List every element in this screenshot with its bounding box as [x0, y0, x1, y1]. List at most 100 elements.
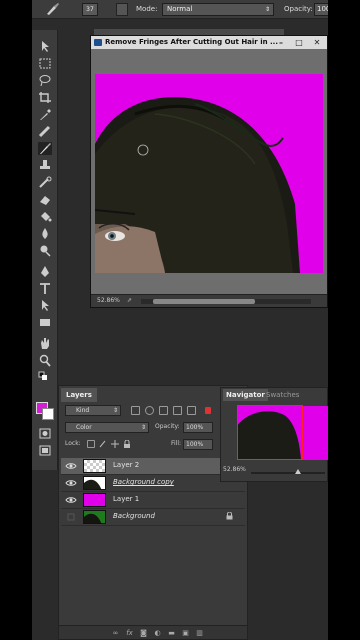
brush-panel-toggle-icon[interactable]: [116, 3, 128, 16]
paint-bucket-tool-icon[interactable]: [38, 210, 52, 223]
lasso-tool-icon[interactable]: [38, 74, 52, 87]
layer-row-layer-1[interactable]: Layer 1: [61, 492, 245, 509]
layer-name[interactable]: Layer 1: [113, 495, 139, 503]
blend-mode-select[interactable]: Color ⇕: [65, 422, 149, 433]
history-brush-tool-icon[interactable]: [38, 176, 52, 189]
filter-shape-icon[interactable]: [173, 406, 182, 415]
layer-name[interactable]: Layer 2: [113, 461, 139, 469]
layer-name[interactable]: Background: [113, 512, 155, 520]
lock-all-icon[interactable]: [123, 439, 131, 448]
rectangle-tool-icon[interactable]: [38, 316, 52, 329]
filter-type-icon[interactable]: [159, 406, 168, 415]
opacity-input[interactable]: 100%: [314, 3, 328, 16]
swatches-tab[interactable]: Swatches: [263, 389, 302, 401]
tools-panel: [32, 30, 58, 470]
fill-label: Fill:: [171, 440, 182, 447]
path-selection-tool-icon[interactable]: [38, 299, 52, 312]
lock-position-icon[interactable]: [111, 440, 119, 448]
visibility-eye-icon[interactable]: [65, 461, 77, 471]
layer-style-icon[interactable]: fx: [125, 629, 134, 637]
status-share-icon[interactable]: ⇗: [127, 297, 132, 304]
new-layer-icon[interactable]: ▣: [181, 629, 190, 637]
chevron-down-icon: ⇕: [264, 6, 270, 13]
quick-mask-icon[interactable]: [38, 427, 52, 440]
layers-panel-footer: ∞ fx ◙ ◐ ▬ ▣ ▥: [59, 625, 247, 639]
filter-toggle-icon[interactable]: [205, 407, 211, 414]
lock-pixels-icon[interactable]: [99, 440, 107, 448]
visibility-eye-icon[interactable]: [65, 495, 77, 505]
navigator-zoom-slider[interactable]: [251, 469, 325, 474]
adjustment-layer-icon[interactable]: ◐: [153, 629, 162, 637]
crop-tool-icon[interactable]: [38, 91, 52, 104]
lock-fill-row: Lock: Fill: 100%: [61, 437, 245, 452]
document-status-bar: 52.86% ⇗: [91, 294, 327, 307]
delete-layer-icon[interactable]: ▥: [195, 629, 204, 637]
fill-input[interactable]: 100%: [183, 439, 213, 450]
brush-tool-active-icon[interactable]: [38, 142, 52, 155]
options-bar: 37 Mode: Normal ⇕ Opacity: 100%: [32, 0, 328, 19]
horizontal-scrollbar[interactable]: [141, 299, 311, 304]
layer-opacity-label: Opacity:: [155, 423, 180, 430]
dodge-tool-icon[interactable]: [38, 244, 52, 257]
clone-stamp-tool-icon[interactable]: [38, 159, 52, 172]
video-letterbox-right: [328, 0, 360, 640]
filter-adjustment-icon[interactable]: [145, 406, 154, 415]
layer-opacity-input[interactable]: 100%: [183, 422, 213, 433]
mode-value: Normal: [167, 5, 193, 13]
type-tool-icon[interactable]: [38, 282, 52, 295]
lock-transparent-icon[interactable]: [87, 440, 95, 448]
layer-thumbnail-transparent[interactable]: [83, 459, 106, 473]
navigator-view-box[interactable]: [237, 405, 303, 460]
pen-tool-icon[interactable]: [38, 265, 52, 278]
add-mask-icon[interactable]: ◙: [139, 629, 148, 637]
navigator-panel: Navigator Swatches 52.86%: [220, 387, 328, 482]
blur-tool-icon[interactable]: [38, 227, 52, 240]
eyedropper-tool-icon[interactable]: [38, 108, 52, 121]
close-icon[interactable]: ✕: [309, 36, 325, 49]
screen-mode-icon[interactable]: [38, 444, 52, 457]
layer-filter-row: Kind ⇕: [61, 403, 245, 418]
filter-pixel-icon[interactable]: [131, 406, 140, 415]
layer-row-layer-2[interactable]: Layer 2: [61, 458, 245, 475]
document-title-bar[interactable]: Remove Fringes After Cutting Out Hair in…: [91, 36, 327, 49]
layer-row-background-copy[interactable]: Background copy: [61, 475, 245, 492]
layer-thumbnail-magenta[interactable]: [83, 493, 106, 507]
layer-row-background[interactable]: Background: [61, 509, 245, 526]
mode-label: Mode:: [136, 5, 158, 13]
filter-smart-object-icon[interactable]: [187, 406, 196, 415]
brush-size-picker[interactable]: 37: [82, 3, 98, 16]
background-color-swatch[interactable]: [42, 408, 54, 420]
document-zoom-level[interactable]: 52.86%: [97, 297, 120, 304]
new-group-icon[interactable]: ▬: [167, 629, 176, 637]
ps-document-icon: [94, 39, 102, 46]
layer-lock-icon: [226, 511, 233, 520]
minimize-icon[interactable]: –: [273, 36, 289, 49]
video-letterbox-left: [0, 0, 32, 640]
healing-brush-tool-icon[interactable]: [38, 125, 52, 138]
layer-thumbnail-green[interactable]: [83, 510, 106, 524]
image-canvas[interactable]: [95, 74, 323, 273]
marquee-tool-icon[interactable]: [38, 57, 52, 70]
zoom-slider-knob[interactable]: [295, 469, 301, 474]
scrollbar-thumb[interactable]: [153, 299, 255, 304]
move-tool-icon[interactable]: [38, 40, 52, 53]
zoom-tool-icon[interactable]: [38, 354, 52, 367]
hand-tool-icon[interactable]: [38, 337, 52, 350]
layers-tab[interactable]: Layers: [61, 388, 97, 402]
layer-name[interactable]: Background copy: [113, 478, 174, 486]
default-colors-icon[interactable]: [38, 371, 52, 384]
hair-photo-image: [95, 74, 323, 273]
photoshop-window: 37 Mode: Normal ⇕ Opacity: 100%: [32, 0, 328, 640]
visibility-eye-icon[interactable]: [65, 478, 77, 488]
eraser-tool-icon[interactable]: [38, 193, 52, 206]
opacity-label: Opacity:: [284, 5, 313, 13]
mode-select[interactable]: Normal ⇕: [162, 3, 274, 16]
brush-tool-icon[interactable]: [45, 2, 61, 15]
visibility-off-box[interactable]: [65, 512, 77, 522]
layer-thumbnail-hair[interactable]: [83, 476, 106, 490]
filter-kind-select[interactable]: Kind ⇕: [65, 405, 121, 416]
maximize-icon[interactable]: □: [291, 36, 307, 49]
navigator-tab[interactable]: Navigator: [223, 389, 268, 401]
navigator-zoom[interactable]: 52.86%: [223, 466, 246, 473]
link-layers-icon[interactable]: ∞: [111, 629, 120, 637]
